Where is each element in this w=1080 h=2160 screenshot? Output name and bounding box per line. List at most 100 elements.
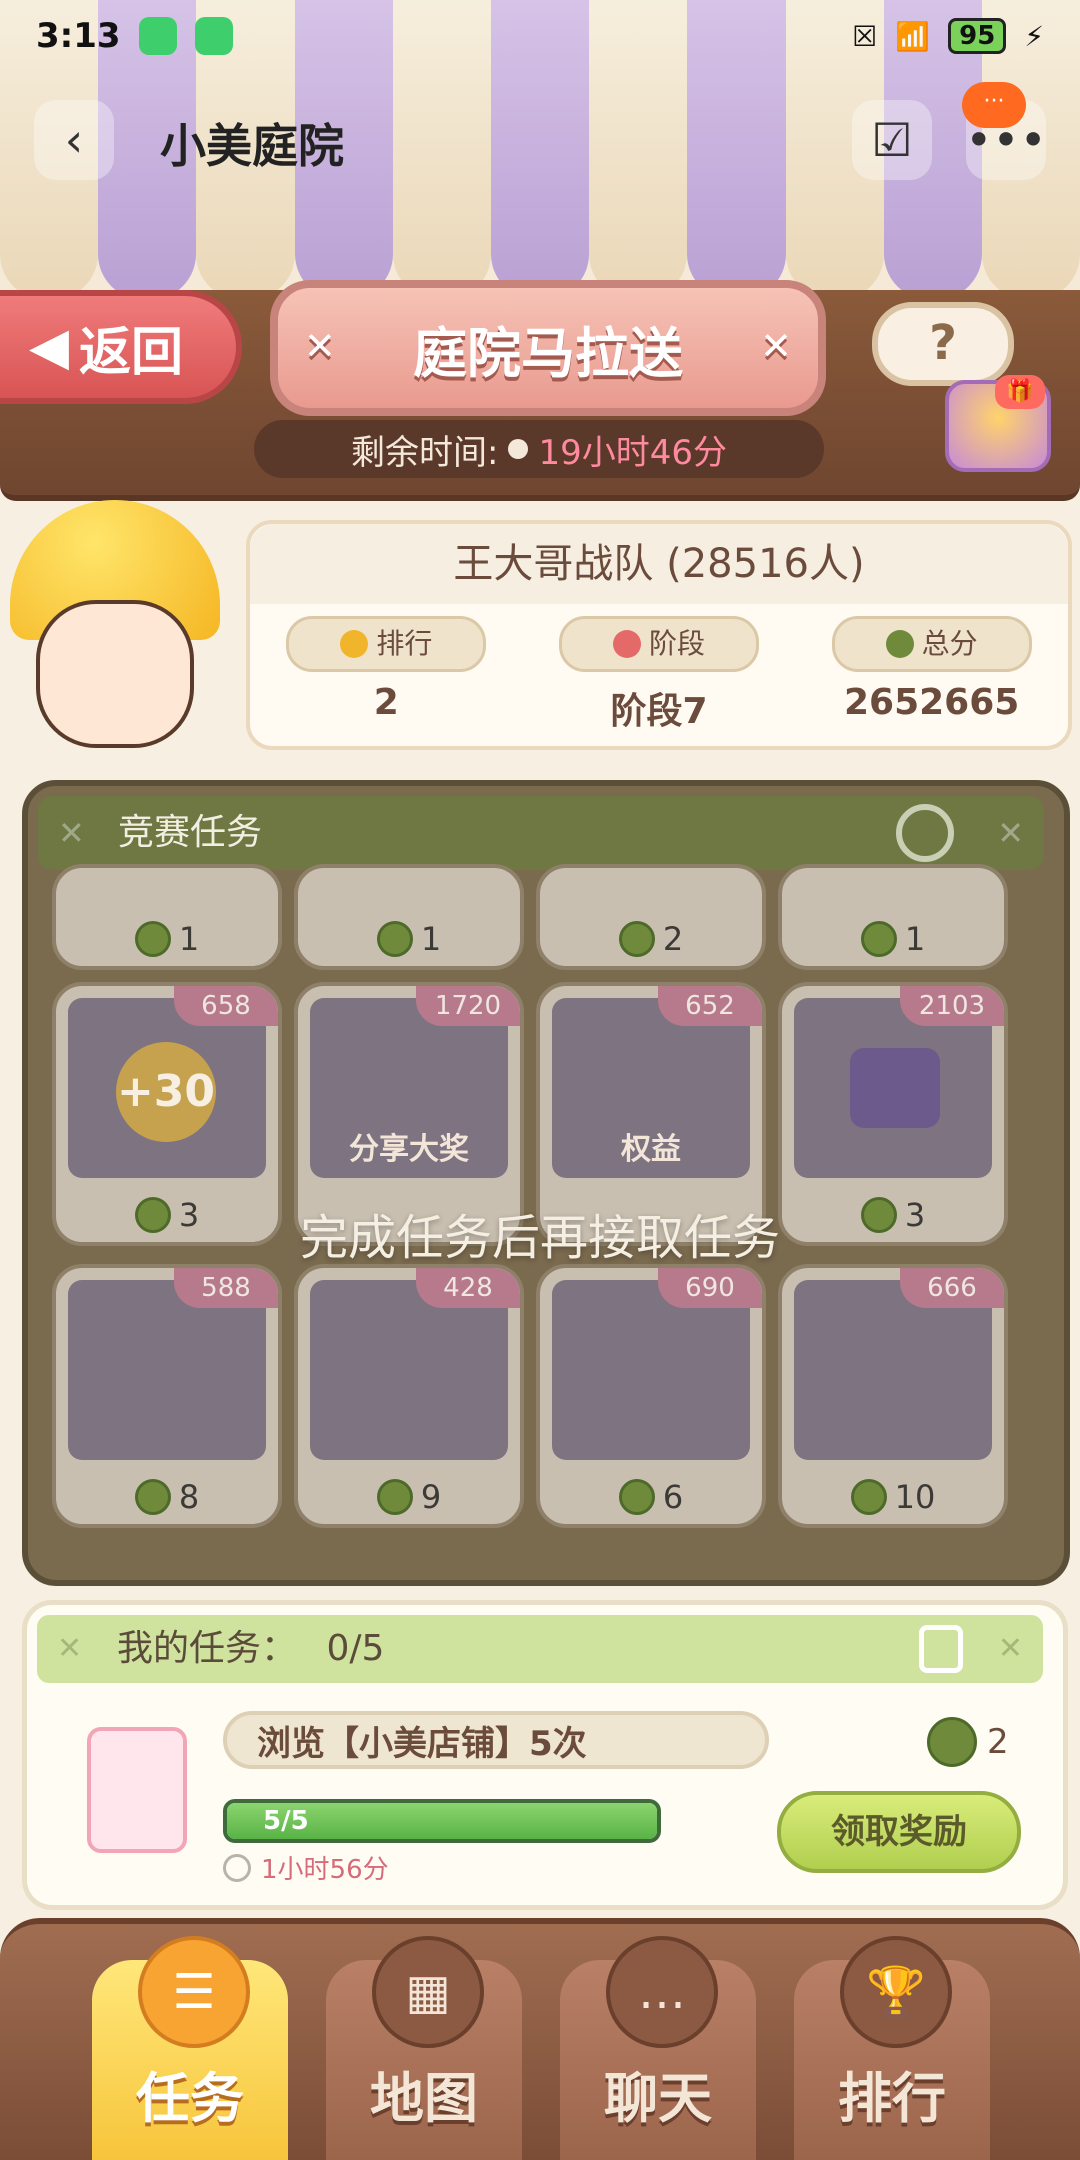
- timer-value: 19小时46分: [538, 432, 727, 473]
- stat-label-pill: 阶段: [558, 616, 759, 672]
- coin-icon: [850, 1479, 887, 1515]
- team-card: 王大哥战队 (28516人) 排行 2 阶段 阶段7 总分 2652665: [246, 520, 1072, 750]
- task-badge: 652: [658, 986, 762, 1026]
- tab-label: 地图: [370, 2067, 478, 2130]
- task-card[interactable]: 428 9: [294, 1264, 524, 1528]
- game-back-button[interactable]: ◀ 返回: [0, 290, 242, 404]
- task-card[interactable]: 2: [536, 864, 766, 970]
- task-card[interactable]: 1: [52, 864, 282, 970]
- crossed-tools-icon: ✕: [997, 814, 1024, 852]
- task-reward: 2: [927, 1717, 1009, 1767]
- crossed-tools-icon: ✕: [58, 814, 85, 852]
- coin-icon: [618, 1479, 655, 1515]
- my-task-panel: ✕ 我的任务： 0/5 ✕ 浏览【小美店铺】5次 2 5/5 1小时56分 领取…: [22, 1600, 1068, 1910]
- stat-label: 阶段: [648, 627, 705, 660]
- task-score: 10: [782, 1478, 1004, 1516]
- tab-tasks[interactable]: ☰ 任务: [92, 1936, 288, 2160]
- stat-label: 排行: [376, 627, 433, 660]
- team-stats: 排行 2 阶段 阶段7 总分 2652665: [250, 604, 1068, 734]
- clock-icon: [508, 439, 529, 459]
- stat-value: 阶段7: [610, 691, 708, 732]
- task-progress-bar: 5/5: [223, 1799, 661, 1843]
- map-icon: ▦: [372, 1936, 484, 2048]
- stat-rank: 排行 2: [286, 616, 487, 734]
- task-badge: 690: [658, 1268, 762, 1308]
- character-face: [36, 600, 194, 748]
- task-card[interactable]: 1: [294, 864, 524, 970]
- chat-icon: …: [606, 1936, 718, 2048]
- task-time-left: 1小时56分: [223, 1849, 389, 1886]
- coin-icon: [134, 1479, 171, 1515]
- page-title: 小美庭院: [160, 119, 344, 173]
- battery-level: 95: [948, 18, 1007, 54]
- coin-icon: [885, 630, 914, 658]
- notification-badge: ···: [962, 82, 1026, 128]
- crossed-tools-icon: ✕: [57, 1631, 83, 1666]
- stat-value: 2: [373, 682, 399, 723]
- tab-label: 聊天: [604, 2067, 712, 2130]
- progress-label: 5/5: [263, 1806, 309, 1836]
- nav-bar: ‹ 小美庭院 ☑ ••• ···: [0, 82, 1080, 210]
- my-task-header: ✕ 我的任务： 0/5 ✕: [37, 1615, 1043, 1683]
- task-score: 8: [56, 1478, 278, 1516]
- coin-icon: [618, 921, 655, 957]
- timer-label: 剩余时间:: [351, 432, 499, 473]
- help-button[interactable]: ?: [872, 302, 1014, 386]
- tab-ranking[interactable]: 🏆 排行: [794, 1936, 990, 2160]
- share-box-icon[interactable]: ☑: [852, 100, 932, 180]
- task-name: 浏览【小美店铺】5次: [223, 1711, 769, 1769]
- more-button[interactable]: ••• ···: [962, 82, 1047, 180]
- task-card[interactable]: 690 6: [536, 1264, 766, 1528]
- stat-label-pill: 总分: [831, 616, 1032, 672]
- coin-icon: [376, 1479, 413, 1515]
- tab-map[interactable]: ▦ 地图: [326, 1936, 522, 2160]
- tab-label: 任务: [136, 2067, 244, 2130]
- task-badge: 666: [900, 1268, 1004, 1308]
- task-badge: 588: [174, 1268, 278, 1308]
- trophy-icon: 🏆: [840, 1936, 952, 2048]
- trophy-icon: [340, 630, 369, 658]
- back-arrow-icon[interactable]: ‹: [34, 100, 114, 180]
- game-title-plate: ✕ 庭院马拉送 ✕: [270, 280, 826, 416]
- coin-icon: [860, 921, 897, 957]
- race-title: 竞赛任务: [118, 812, 263, 853]
- coin-icon: [376, 921, 413, 957]
- stat-label: 总分: [921, 627, 978, 660]
- trash-icon[interactable]: [919, 1625, 963, 1673]
- stat-value: 2652665: [843, 682, 1020, 723]
- list-icon: ☰: [138, 1936, 250, 2048]
- bar-chart-icon: [612, 630, 641, 658]
- bolt-icon: ⚡: [1024, 19, 1044, 53]
- game-title: 庭院马拉送: [413, 321, 683, 385]
- task-badge: 428: [416, 1268, 520, 1308]
- tab-chat[interactable]: … 聊天: [560, 1936, 756, 2160]
- task-score: 1: [56, 920, 278, 958]
- crossed-tools-icon: ✕: [760, 324, 792, 368]
- task-score: 9: [298, 1478, 520, 1516]
- clock-icon: [223, 1853, 251, 1882]
- app-notification-icon: [138, 17, 177, 55]
- my-task-title: 我的任务：: [117, 1628, 298, 1669]
- task-card[interactable]: 666 10: [778, 1264, 1008, 1528]
- status-time: 3:13: [36, 16, 121, 56]
- my-task-count: 0/5: [326, 1628, 385, 1669]
- refresh-icon[interactable]: [896, 804, 954, 862]
- gift-badge-icon: 🎁: [995, 375, 1045, 409]
- tab-label: 排行: [838, 2067, 946, 2130]
- team-name: 王大哥战队 (28516人): [250, 524, 1068, 604]
- status-bar: 3:13 ☒ 📶 95 ⚡: [0, 0, 1080, 72]
- left-arrow-icon: ◀: [28, 317, 69, 377]
- shop-card-icon: [87, 1727, 187, 1853]
- mascot-avatar: [0, 500, 230, 760]
- claim-reward-button[interactable]: 领取奖励: [777, 1791, 1021, 1873]
- task-badge: 1720: [416, 986, 520, 1026]
- task-badge: 658: [174, 986, 278, 1026]
- race-task-panel: ✕ 竞赛任务 ✕ 1 1 2 1 +30 658 3 分享大奖 1720 权益 …: [22, 780, 1070, 1586]
- app-notification-icon: [194, 17, 233, 55]
- screen: 3:13 ☒ 📶 95 ⚡ ‹ 小美庭院 ☑ ••• ··· ◀ 返回 ✕ 庭院…: [0, 0, 1080, 2160]
- stat-stage: 阶段 阶段7: [558, 616, 759, 734]
- task-card[interactable]: 1: [778, 864, 1008, 970]
- coin-icon: [927, 1717, 977, 1767]
- task-card[interactable]: 588 8: [52, 1264, 282, 1528]
- task-score: 6: [540, 1478, 762, 1516]
